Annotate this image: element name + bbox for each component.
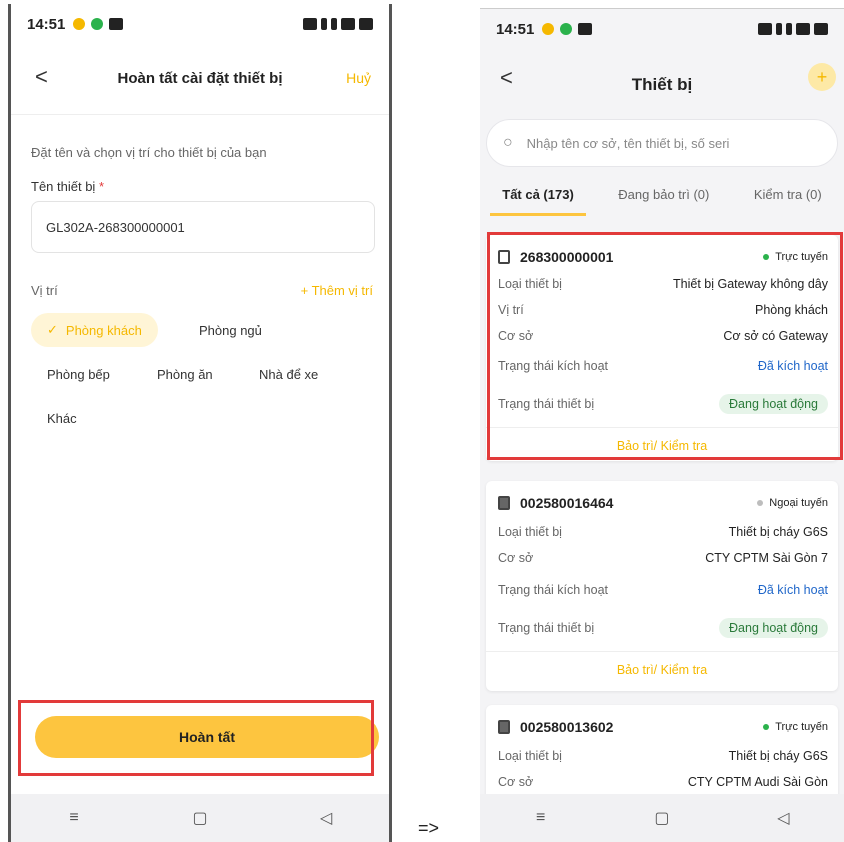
maintenance-button[interactable]: Bảo trì/ Kiểm tra <box>486 663 838 677</box>
detail-row: Cơ sở CTY CPTM Sài Gòn 7 <box>498 551 828 571</box>
back-button[interactable]: < <box>35 64 48 90</box>
offline-dot-icon <box>757 500 764 506</box>
status-time: 14:51 <box>496 20 535 38</box>
app-notification-icon <box>542 23 555 35</box>
device-name-input[interactable]: GL302A-268300000001 <box>31 201 375 253</box>
wifi-icon <box>341 18 355 30</box>
chip-garage[interactable]: Nhà để xe <box>243 357 334 391</box>
search-input[interactable]: ○ Nhập tên cơ sở, tên thiết bị, số seri <box>486 119 838 167</box>
device-tabs: Tất cả (173) Đang bảo trì (0) Kiểm tra (… <box>480 187 844 221</box>
device-card-highlight-box <box>487 232 843 460</box>
cast-icon <box>303 18 317 30</box>
page-title: Hoàn tất cài đặt thiết bị <box>117 69 283 87</box>
check-icon: ✓ <box>47 322 58 337</box>
app-notification-icon <box>73 18 86 30</box>
shield-icon <box>91 18 104 30</box>
battery-icon <box>359 18 373 30</box>
status-text: Trực tuyến <box>775 721 828 733</box>
row-key: Loại thiết bị <box>498 749 562 763</box>
row-key: Trạng thái kích hoạt <box>498 583 609 597</box>
back-nav-button[interactable]: ◁ <box>763 808 803 828</box>
status-badge: Ngoại tuyến <box>757 497 828 509</box>
bluetooth-icon <box>331 18 337 30</box>
search-icon: ○ <box>503 134 513 151</box>
device-card[interactable]: 002580016464 Ngoại tuyến Loại thiết bị Th… <box>486 481 838 691</box>
system-icons <box>303 18 373 30</box>
home-nav-button[interactable]: ▢ <box>642 808 682 828</box>
navigation-icon <box>578 23 593 35</box>
tab-all[interactable]: Tất cả (173) <box>490 187 586 221</box>
chip-other[interactable]: Khác <box>31 401 93 435</box>
online-dot-icon <box>763 724 770 730</box>
transition-arrow: => <box>418 818 440 838</box>
device-serial: 002580013602 <box>498 719 613 735</box>
navigation-icon <box>109 18 124 30</box>
vibrate-icon <box>321 18 327 30</box>
row-key: Trạng thái thiết bị <box>498 621 595 635</box>
device-status-badge: Đang hoạt động <box>719 618 828 638</box>
row-key: Cơ sở <box>498 551 534 565</box>
setup-header: < Hoàn tất cài đặt thiết bị Huỷ <box>11 56 389 100</box>
home-nav-button[interactable]: ▢ <box>180 808 220 828</box>
detail-row: Trạng thái kích hoạt Đã kích hoạt <box>498 583 828 603</box>
device-name-label-text: Tên thiết bị <box>31 179 96 194</box>
tab-inspection[interactable]: Kiểm tra (0) <box>750 187 826 221</box>
divider <box>486 651 838 652</box>
menu-nav-button[interactable]: ≡ <box>521 809 561 827</box>
battery-icon <box>814 23 828 35</box>
detail-row: Cơ sở CTY CPTM Audi Sài Gòn <box>498 775 828 795</box>
wifi-icon <box>796 23 810 35</box>
status-time: 14:51 <box>27 15 66 33</box>
page-title: Thiết bị <box>631 75 693 94</box>
back-nav-button[interactable]: ◁ <box>306 808 346 828</box>
activation-status: Đã kích hoạt <box>757 583 828 597</box>
device-serial: 002580016464 <box>498 495 613 511</box>
row-value: CTY CPTM Sài Gòn 7 <box>705 551 828 565</box>
location-label: Vị trí <box>31 283 58 298</box>
status-badge: Trực tuyến <box>763 721 828 733</box>
detail-row: Loại thiết bị Thiết bị cháy G6S <box>498 525 828 545</box>
chip-dining-room[interactable]: Phòng ăn <box>141 357 229 391</box>
row-key: Cơ sở <box>498 775 534 789</box>
search-placeholder: Nhập tên cơ sở, tên thiết bị, số seri <box>526 135 730 151</box>
status-bar: 14:51 <box>480 9 844 49</box>
detail-row: Trạng thái thiết bị Đang hoạt động <box>498 615 828 641</box>
setup-form: Đặt tên và chọn vị trí cho thiết bị của … <box>11 114 389 754</box>
tab-maintenance[interactable]: Đang bảo trì (0) <box>614 187 713 221</box>
chip-bedroom[interactable]: Phòng ngủ <box>183 313 278 347</box>
status-text: Ngoại tuyến <box>769 497 828 509</box>
fire-device-icon <box>498 496 510 510</box>
menu-nav-button[interactable]: ≡ <box>54 809 94 827</box>
form-hint: Đặt tên và chọn vị trí cho thiết bị của … <box>31 145 267 160</box>
devices-header: < Thiết bị + <box>480 57 844 109</box>
bluetooth-icon <box>786 23 792 35</box>
add-device-button[interactable]: + <box>808 63 836 91</box>
done-highlight-box <box>18 700 374 776</box>
status-bar: 14:51 <box>11 4 389 44</box>
serial-text: 002580016464 <box>520 495 614 511</box>
system-icons <box>758 23 828 35</box>
row-value: Thiết bị cháy G6S <box>728 525 828 539</box>
nav-bar: ≡ ▢ ◁ <box>11 794 389 842</box>
fire-device-icon <box>498 720 510 734</box>
comparison-canvas: 14:51 < Hoàn tất cài đặt thiết bị Huỷ Đặ… <box>0 0 844 842</box>
chip-kitchen[interactable]: Phòng bếp <box>31 357 126 391</box>
row-value: Thiết bị cháy G6S <box>728 749 828 763</box>
add-location-button[interactable]: + Thêm vị trí <box>301 283 373 298</box>
chip-label: Phòng khách <box>65 322 142 338</box>
chip-living-room[interactable]: ✓ Phòng khách <box>31 313 158 347</box>
detail-row: Loại thiết bị Thiết bị cháy G6S <box>498 749 828 769</box>
required-mark: * <box>98 179 105 194</box>
row-key: Loại thiết bị <box>498 525 562 539</box>
cast-icon <box>758 23 772 35</box>
serial-text: 002580013602 <box>520 719 614 735</box>
cancel-button[interactable]: Huỷ <box>346 70 371 86</box>
shield-icon <box>560 23 573 35</box>
row-value: CTY CPTM Audi Sài Gòn <box>687 775 828 789</box>
vibrate-icon <box>776 23 782 35</box>
device-name-label: Tên thiết bị * <box>31 179 104 194</box>
nav-bar: ≡ ▢ ◁ <box>480 794 844 842</box>
